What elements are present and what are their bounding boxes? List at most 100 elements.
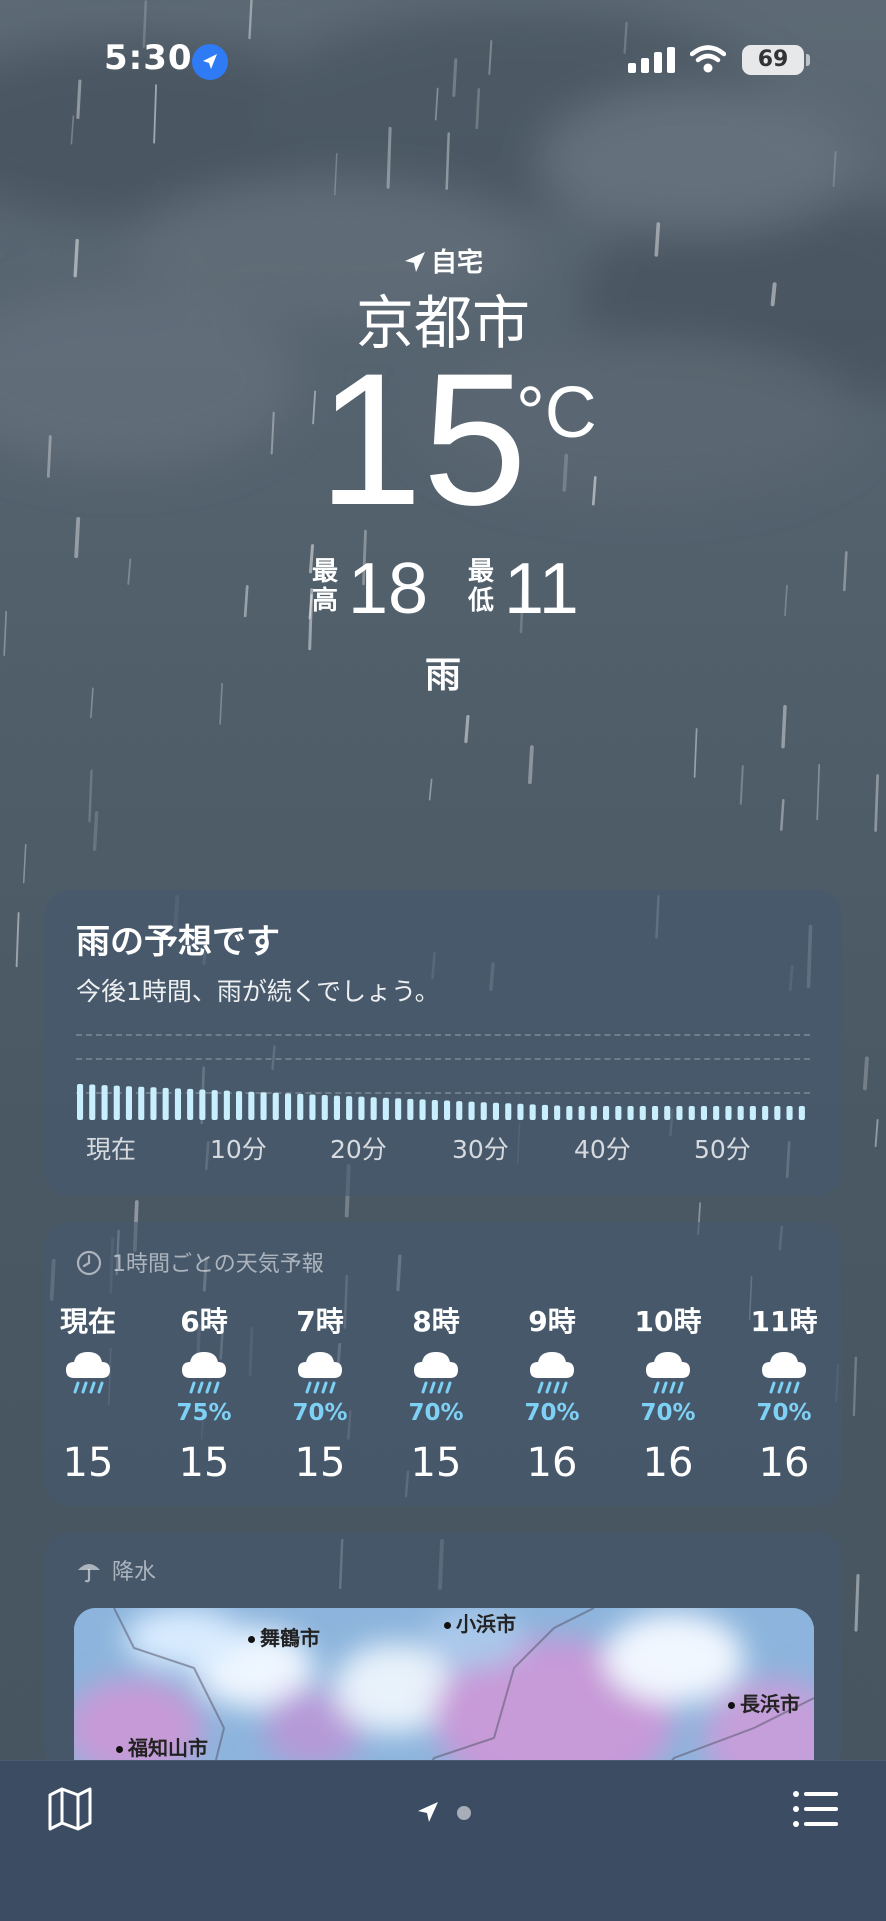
precipitation-bar [590, 1106, 597, 1120]
precipitation-bar [529, 1104, 536, 1120]
precipitation-bar [541, 1104, 548, 1120]
rain-streak [562, 453, 569, 492]
status-time: 5:30 [104, 38, 193, 78]
precipitation-bar [737, 1106, 744, 1120]
chart-gridline [76, 1034, 810, 1036]
hour-label: 10時 [634, 1305, 702, 1338]
precipitation-bar [456, 1101, 463, 1120]
precipitation-bar [688, 1106, 695, 1120]
rain-streak [693, 728, 698, 778]
bottom-toolbar [0, 1760, 886, 1921]
precipitation-bar [725, 1106, 732, 1120]
precipitation-bar [297, 1093, 304, 1120]
hour-temperature: 16 [642, 1440, 694, 1486]
hourly-item: 7時 70% 15 [270, 1300, 370, 1486]
precipitation-bar [407, 1098, 414, 1120]
precipitation-bar [578, 1106, 585, 1120]
low-label: 最低 [468, 557, 495, 616]
rain-streak [784, 584, 788, 617]
precipitation-bar [150, 1087, 157, 1120]
rain-streak [334, 153, 338, 196]
rain-streak [591, 476, 597, 506]
map-place-label: 福知山市 [116, 1732, 208, 1761]
rain-streak [780, 798, 785, 831]
hour-label: 8時 [412, 1305, 460, 1338]
rain-streak [862, 1056, 869, 1091]
rain-streak [854, 1574, 860, 1632]
precipitation-bar [77, 1084, 84, 1120]
time-axis: 現在 10分 20分 30分 40分 50分 [76, 1130, 810, 1166]
precipitation-bar [370, 1097, 377, 1120]
precipitation-bar [199, 1089, 206, 1120]
hourly-item: 現在 15 [38, 1300, 138, 1486]
precipitation-bar [162, 1087, 169, 1120]
rain-streak [70, 115, 75, 145]
clock-icon [76, 1250, 102, 1276]
precipitation-bar [517, 1103, 524, 1120]
rain-cloud-icon [38, 1340, 138, 1398]
precip-chance: 70% [756, 1400, 812, 1426]
rain-streak [312, 390, 317, 425]
hour-label: 11時 [750, 1305, 818, 1338]
precipitation-map[interactable]: 舞鶴市 小浜市 長浜市 福知山市 [74, 1608, 814, 1772]
precip-card-header: 降水 [76, 1554, 156, 1586]
cellular-signal-icon [628, 47, 675, 73]
hour-temperature: 15 [178, 1440, 230, 1486]
precipitation-bar [603, 1106, 610, 1120]
precipitation-bar [395, 1098, 402, 1120]
tick-label: 10分 [210, 1135, 267, 1164]
precipitation-bar [566, 1106, 573, 1120]
rain-forecast-card[interactable]: 雨の予想です 今後1時間、雨が続くでしょう。 現在 10分 20分 30分 40… [44, 890, 842, 1196]
map-place-label: 舞鶴市 [248, 1622, 320, 1651]
precipitation-bar [223, 1090, 230, 1120]
precipitation-bar [285, 1093, 292, 1120]
high-temperature: 18 [348, 549, 429, 629]
precipitation-bar [211, 1090, 218, 1120]
page-indicator[interactable] [414, 1797, 474, 1831]
hourly-header-text: 1時間ごとの天気予報 [112, 1252, 324, 1277]
precipitation-bar [125, 1086, 132, 1120]
tick-label: 現在 [86, 1135, 137, 1164]
hourly-forecast-card[interactable]: 1時間ごとの天気予報 現在 15 6時 75% 15 7時 70% 15 8時 70% 15 9時 70… [44, 1222, 842, 1506]
status-bar: 5:30 69 [0, 0, 886, 120]
rain-cloud-icon [734, 1340, 834, 1398]
precipitation-bar [492, 1102, 499, 1120]
rain-streak [739, 765, 744, 805]
rain-streak [243, 585, 249, 618]
page-dot [457, 1806, 471, 1820]
rain-streak [842, 551, 848, 592]
rain-streak [92, 811, 99, 851]
rain-streak [386, 126, 392, 189]
map-icon[interactable] [46, 1785, 94, 1833]
rain-streak [874, 1119, 879, 1148]
precipitation-card[interactable]: 降水 舞鶴市 小浜市 長浜市 福知山市 [44, 1532, 842, 1772]
rain-streak [22, 844, 27, 884]
precipitation-bar [321, 1095, 328, 1120]
rain-streak [852, 1356, 858, 1417]
precip-chance: 75% [176, 1400, 232, 1426]
precipitation-bar [309, 1094, 316, 1120]
rain-cloud-icon [154, 1340, 254, 1398]
battery-indicator: 69 [742, 45, 804, 75]
hour-temperature: 15 [410, 1440, 462, 1486]
precipitation-bar [89, 1084, 96, 1120]
hour-label: 9時 [528, 1305, 576, 1338]
precipitation-bar [713, 1106, 720, 1120]
precipitation-bar [786, 1106, 793, 1120]
rain-streak [528, 745, 534, 785]
rain-streak [874, 774, 879, 832]
list-icon[interactable] [792, 1789, 840, 1829]
map-place-label: 小浜市 [444, 1608, 516, 1637]
rain-streak [832, 150, 837, 187]
hour-label: 6時 [180, 1305, 228, 1338]
rain-streak [816, 764, 821, 821]
hour-temperature: 15 [294, 1440, 346, 1486]
rain-streak [445, 132, 450, 190]
rain-streak [15, 912, 20, 968]
chart-gridline [76, 1058, 810, 1060]
precipitation-bar [431, 1100, 438, 1120]
rain-streak [428, 778, 433, 801]
tick-label: 20分 [330, 1135, 387, 1164]
wifi-icon [690, 45, 726, 73]
weather-condition: 雨 [424, 655, 461, 696]
